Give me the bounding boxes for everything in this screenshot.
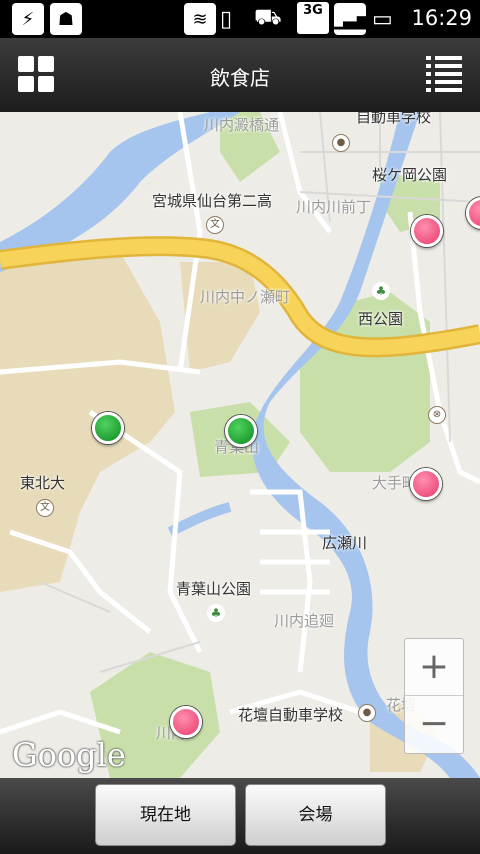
list-icon[interactable] [426,56,462,92]
wifi-icon: ≋ [184,3,216,35]
title-bar: 飲食店 [0,38,480,113]
usb-icon: ⚡ [12,3,44,35]
venue-button[interactable]: 会場 [245,784,386,846]
park-tree-icon: ♣ [372,282,390,300]
signal-icon: ▁▃▅ [329,3,371,35]
restaurant-marker[interactable] [170,706,202,738]
car-mode-icon: ⛟ [254,5,282,30]
post-office-poi-icon: ⊗ [428,406,446,424]
map-label: 自動車学校 [356,112,432,126]
android-debug-icon: ☗ [50,3,82,35]
map-label: 川内澱橋通 [204,116,280,134]
restaurant-marker[interactable] [410,468,442,500]
school-poi-icon: ● [358,704,376,722]
map-label: 青葉山公園 [176,580,252,598]
restaurant-marker[interactable] [225,415,257,447]
battery-charging-icon: ▭ [372,6,393,32]
map-label: 宮城県仙台第二高 [152,192,273,210]
vibrate-icon: ▯ [220,6,233,32]
map-view[interactable]: ● 文 文 ⊗ ● ♣ ♣ 川内澱橋通 自動車学校 桜ケ岡公園 宮城県仙台第二高… [0,112,480,778]
page-title: 飲食店 [210,66,270,90]
map-label: 東北大 [20,474,66,492]
zoom-control: + − [404,638,464,754]
map-label: 川内川前丁 [296,198,372,216]
map-label: 花壇自動車学校 [238,706,344,724]
restaurant-marker[interactable] [92,412,124,444]
map-label: 桜ケ岡公園 [372,166,448,184]
school-poi-icon: 文 [36,499,54,517]
school-poi-icon: 文 [206,216,224,234]
current-location-button[interactable]: 現在地 [95,784,236,846]
network-3g-icon: 3G [297,2,329,34]
bottom-bar: 現在地 会場 [0,778,480,854]
map-label: 西公園 [358,310,404,328]
park-tree-icon: ♣ [207,604,225,622]
clock: 16:29 [411,6,472,30]
restaurant-marker[interactable] [411,215,443,247]
map-label: 広瀬川 [322,534,368,552]
map-label: 川内追廻 [274,612,335,630]
zoom-out-button[interactable]: − [405,696,463,752]
school-poi-icon: ● [332,134,350,152]
status-bar: ⚡ ☗ ≋ ▯ ⛟ 3G ▁▃▅ ▭ 16:29 [0,0,480,38]
google-logo: Google [12,736,126,774]
zoom-in-button[interactable]: + [405,639,463,695]
map-label: 川内中ノ瀬町 [200,288,291,306]
